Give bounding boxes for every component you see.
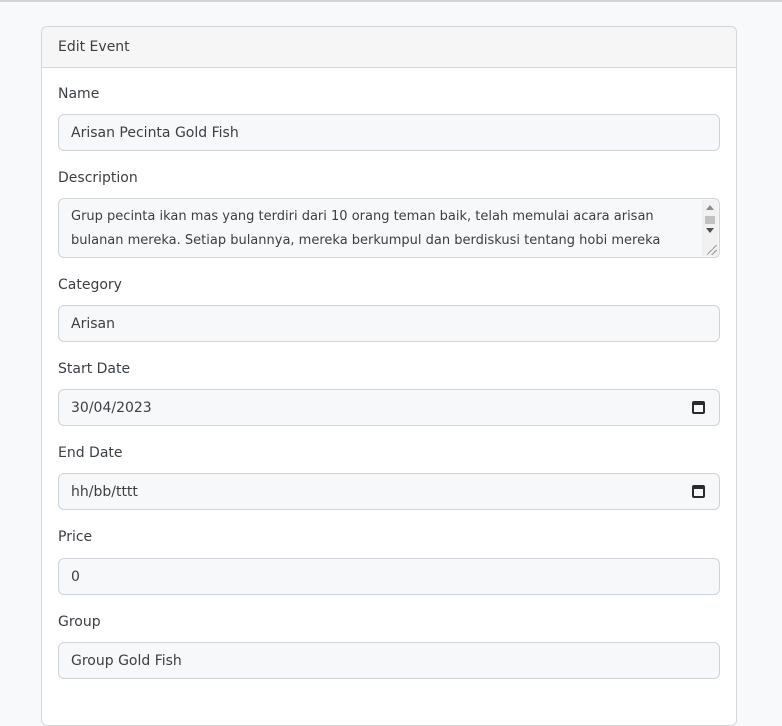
resize-handle-icon[interactable]: [707, 245, 717, 255]
group-label: Group: [58, 614, 101, 630]
calendar-icon[interactable]: [692, 485, 705, 498]
scroll-up-arrow-icon[interactable]: [706, 205, 714, 210]
category-label: Category: [58, 277, 122, 293]
start-date-input[interactable]: 30/04/2023: [58, 389, 720, 426]
calendar-icon[interactable]: [692, 401, 705, 414]
end-date-label: End Date: [58, 445, 123, 461]
end-date-input[interactable]: hh/bb/tttt: [58, 473, 720, 510]
end-date-value: hh/bb/tttt: [71, 483, 138, 500]
card-title: Edit Event: [58, 39, 130, 55]
price-input-value: 0: [71, 568, 80, 585]
description-textarea[interactable]: Grup pecinta ikan mas yang terdiri dari …: [58, 198, 720, 258]
category-input[interactable]: Arisan: [58, 305, 720, 342]
name-input-value: Arisan Pecinta Gold Fish: [71, 124, 239, 141]
start-date-value: 30/04/2023: [71, 399, 152, 416]
scroll-down-arrow-icon[interactable]: [706, 228, 714, 233]
description-value: Grup pecinta ikan mas yang terdiri dari …: [71, 209, 661, 248]
top-divider: [0, 0, 782, 2]
price-input[interactable]: 0: [58, 558, 720, 595]
group-select-value: Group Gold Fish: [71, 652, 182, 669]
name-label: Name: [58, 86, 100, 102]
category-input-value: Arisan: [71, 315, 115, 332]
name-input[interactable]: Arisan Pecinta Gold Fish: [58, 114, 720, 151]
edit-event-card: Edit Event Name Arisan Pecinta Gold Fish…: [41, 26, 737, 726]
card-header: Edit Event: [42, 27, 736, 68]
price-label: Price: [58, 529, 93, 545]
group-select[interactable]: Group Gold Fish: [58, 642, 720, 679]
start-date-label: Start Date: [58, 361, 131, 377]
scroll-thumb[interactable]: [705, 216, 715, 224]
description-label: Description: [58, 170, 138, 186]
